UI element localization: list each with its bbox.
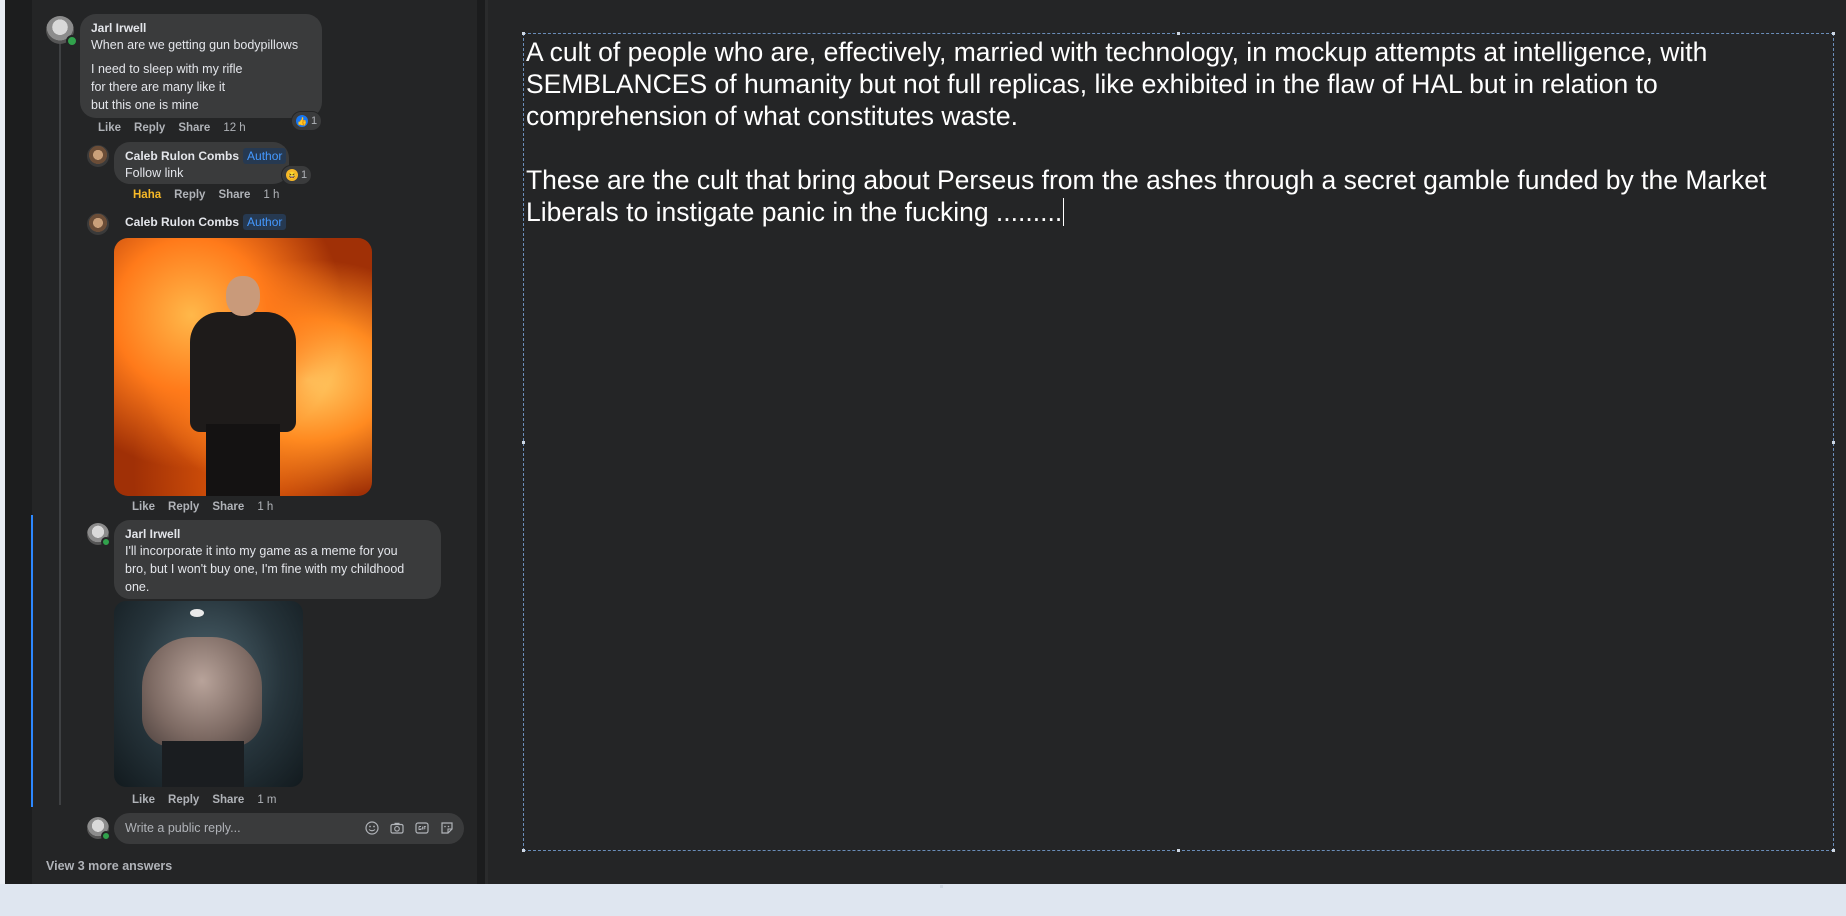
- gif-light-spot: [190, 609, 204, 617]
- camera-icon[interactable]: [390, 821, 404, 835]
- online-status-dot: [66, 35, 78, 47]
- gif-figure-legs: [206, 424, 280, 496]
- comment-timestamp[interactable]: 1 m: [257, 794, 276, 806]
- comment-actions: Like Reply Share 1 h: [132, 501, 286, 513]
- reaction-count: 1: [311, 115, 318, 127]
- comment-text-line: When are we getting gun bodypillows: [91, 38, 299, 52]
- resize-handle[interactable]: [522, 849, 525, 852]
- avatar[interactable]: [87, 213, 109, 235]
- haha-button[interactable]: Haha: [133, 189, 161, 201]
- comment-text-line: I need to sleep with my rifle: [91, 62, 243, 76]
- comment-timestamp[interactable]: 1 h: [263, 189, 279, 201]
- online-status-dot: [101, 831, 111, 841]
- reply-input-placeholder: Write a public reply...: [125, 821, 241, 835]
- comment-bubble: Jarl Irwell I'll incorporate it into my …: [114, 520, 441, 599]
- comment-timestamp[interactable]: 1 h: [257, 501, 273, 513]
- comment-text-line: one.: [125, 580, 150, 594]
- gif-attachment-fire[interactable]: [114, 238, 372, 496]
- share-button[interactable]: Share: [212, 794, 244, 806]
- gif-figure-pants: [162, 741, 244, 787]
- comment-timestamp[interactable]: 12 h: [223, 122, 245, 134]
- resize-handle[interactable]: [1177, 32, 1180, 35]
- comment-actions: Haha Reply Share 1 h: [133, 189, 292, 201]
- author-badge: Author: [243, 148, 287, 164]
- resize-handle[interactable]: [1832, 849, 1835, 852]
- gif-figure-body: [190, 312, 296, 432]
- reaction-count: 1: [301, 169, 308, 181]
- reaction-summary[interactable]: 👍 1: [291, 111, 323, 131]
- active-thread-indicator: [31, 515, 33, 807]
- editor-paragraph: A cult of people who are, effectively, m…: [526, 37, 1708, 131]
- comment-author[interactable]: Jarl Irwell: [125, 527, 180, 541]
- share-button[interactable]: Share: [212, 501, 244, 513]
- comment-author-row: Caleb Rulon Combs Author: [125, 214, 287, 230]
- panel-divider-edge: [485, 0, 488, 884]
- comment-author[interactable]: Caleb Rulon Combs: [125, 215, 239, 229]
- text-caret: [1063, 198, 1065, 226]
- editor-paragraph-last: These are the cult that bring about Pers…: [526, 164, 1826, 228]
- sticker-icon[interactable]: [440, 821, 454, 835]
- reply-button[interactable]: Reply: [168, 501, 199, 513]
- resize-handle[interactable]: [522, 441, 525, 444]
- comment-actions: Like Reply Share 1 m: [132, 794, 289, 806]
- comment-text-line: for there are many like it: [91, 80, 226, 94]
- online-status-dot: [101, 537, 111, 547]
- resize-handle[interactable]: [1832, 441, 1835, 444]
- comment-bubble: Jarl Irwell When are we getting gun body…: [80, 14, 322, 118]
- app-window: Jarl Irwell When are we getting gun body…: [0, 0, 1846, 884]
- view-more-answers-link[interactable]: View 3 more answers: [46, 859, 172, 873]
- comment-text-line: but this one is mine: [91, 98, 199, 112]
- comment-text: Follow link: [125, 166, 184, 180]
- reply-button[interactable]: Reply: [168, 794, 199, 806]
- comment-author[interactable]: Caleb Rulon Combs: [125, 149, 239, 163]
- reply-button[interactable]: Reply: [174, 189, 205, 201]
- like-button[interactable]: Like: [132, 501, 155, 513]
- like-button[interactable]: Like: [132, 794, 155, 806]
- like-reaction-icon: 👍: [296, 115, 308, 127]
- share-button[interactable]: Share: [218, 189, 250, 201]
- text-box-content[interactable]: A cult of people who are, effectively, m…: [526, 36, 1826, 260]
- reaction-summary[interactable]: 😆 1: [281, 165, 313, 185]
- gif-icon[interactable]: [415, 821, 429, 835]
- thread-line: [59, 40, 61, 805]
- reply-input[interactable]: Write a public reply...: [114, 813, 464, 844]
- like-button[interactable]: Like: [98, 122, 121, 134]
- panel-divider[interactable]: [477, 0, 485, 884]
- resize-handle[interactable]: [522, 32, 525, 35]
- editor-paragraph: These are the cult that bring about Pers…: [526, 165, 1767, 227]
- comment-actions: Like Reply Share 12 h: [98, 122, 259, 134]
- comment-text-line: bro, but I won't buy one, I'm fine with …: [125, 562, 405, 576]
- resize-handle[interactable]: [1832, 32, 1835, 35]
- gif-figure-head: [226, 276, 260, 316]
- author-badge: Author: [243, 214, 287, 230]
- reply-button[interactable]: Reply: [134, 122, 165, 134]
- resize-handle[interactable]: [1177, 849, 1180, 852]
- avatar[interactable]: [87, 145, 109, 167]
- share-button[interactable]: Share: [178, 122, 210, 134]
- comment-author[interactable]: Jarl Irwell: [91, 21, 146, 35]
- comment-text-line: I'll incorporate it into my game as a me…: [125, 544, 398, 558]
- emoji-icon[interactable]: [365, 821, 379, 835]
- haha-reaction-icon: 😆: [286, 169, 298, 181]
- comment-bubble: Caleb Rulon Combs Author Follow link: [114, 142, 289, 184]
- gif-figure-torso: [142, 637, 262, 747]
- canvas-resize-handle[interactable]: [940, 885, 943, 888]
- gif-attachment-man[interactable]: [114, 601, 303, 787]
- comment-author-row: Caleb Rulon Combs Author: [125, 148, 287, 164]
